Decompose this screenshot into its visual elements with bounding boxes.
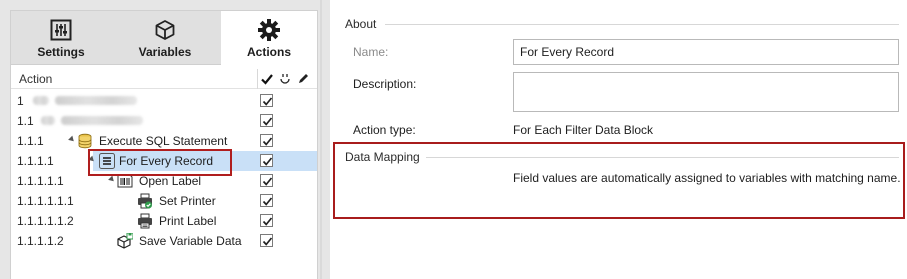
row-number: 1.1.1.1.1.2 — [17, 214, 74, 228]
action-type-value: For Each Filter Data Block — [513, 123, 654, 137]
panel-splitter[interactable] — [320, 0, 322, 279]
tab-actions[interactable]: Actions — [221, 11, 317, 66]
description-label: Description: — [353, 77, 417, 91]
tree-node-label: Open Label — [139, 174, 202, 188]
enabled-checkbox[interactable] — [260, 214, 273, 227]
tab-settings[interactable]: Settings — [11, 11, 111, 65]
printer-icon — [137, 213, 153, 229]
tree-row[interactable]: 1.1.1 Execute SQL Statement — [11, 131, 317, 151]
actions-panel-content: Settings Variables Actions Action 1 1.1 … — [10, 10, 318, 279]
tree-node-label: Execute SQL Statement — [99, 134, 228, 148]
actions-panel: Settings Variables Actions Action 1 1.1 … — [0, 0, 330, 279]
section-title-about: About — [345, 17, 377, 31]
lightning-icon[interactable] — [277, 71, 293, 87]
sliders-icon — [50, 18, 72, 42]
action-type-label: Action type: — [353, 123, 416, 137]
panel-tabstrip: Settings Variables Actions — [11, 11, 317, 66]
checkmark-icon[interactable] — [259, 71, 275, 87]
row-number: 1.1.1.1.1.1 — [17, 194, 74, 208]
row-number: 1.1.1 — [17, 134, 44, 148]
tab-variables-label: Variables — [138, 45, 192, 59]
database-icon — [77, 133, 93, 149]
blurred-label — [55, 96, 137, 105]
blurred-label — [61, 116, 143, 125]
cube-icon — [154, 18, 176, 42]
section-divider — [385, 24, 899, 25]
enabled-checkbox[interactable] — [260, 234, 273, 247]
enabled-checkbox[interactable] — [260, 134, 273, 147]
tab-settings-label: Settings — [37, 45, 85, 59]
expander-icon[interactable] — [68, 135, 76, 144]
tree-node-label: Save Variable Data — [139, 234, 242, 248]
properties-panel: About Name: For Every Record Description… — [330, 0, 907, 279]
tree-row[interactable]: 1.1.1.1.1.2 Print Label — [11, 211, 317, 231]
enabled-checkbox[interactable] — [260, 194, 273, 207]
gear-icon — [257, 18, 281, 42]
row-number: 1.1.1.1.1 — [17, 174, 64, 188]
tab-actions-label: Actions — [246, 45, 291, 59]
section-title-data-mapping: Data Mapping — [345, 150, 420, 164]
tree-row[interactable]: 1.1.1.1.2 Save Variable Data — [11, 231, 317, 251]
row-number: 1.1.1.1 — [17, 154, 54, 168]
enabled-checkbox[interactable] — [260, 94, 273, 107]
tree-node-label: Set Printer — [159, 194, 216, 208]
tab-variables[interactable]: Variables — [115, 11, 215, 65]
enabled-checkbox[interactable] — [260, 154, 273, 167]
tree-header: Action — [11, 69, 317, 89]
description-field[interactable] — [513, 72, 899, 112]
tree-row[interactable]: 1.1 — [11, 111, 317, 131]
enabled-checkbox[interactable] — [260, 114, 273, 127]
section-divider — [426, 157, 899, 158]
data-mapping-info: Field values are automatically assigned … — [513, 171, 901, 185]
row-number: 1 — [17, 94, 24, 108]
save-data-icon — [117, 232, 134, 249]
name-field[interactable]: For Every Record — [513, 39, 899, 65]
tree-node-label: Print Label — [159, 214, 217, 228]
column-header-action: Action — [19, 72, 53, 86]
blurred-icon — [41, 116, 55, 125]
expander-icon[interactable] — [108, 175, 116, 184]
row-number: 1.1.1.1.2 — [17, 234, 64, 248]
enabled-checkbox[interactable] — [260, 174, 273, 187]
name-label: Name: — [353, 45, 389, 59]
tree-row[interactable]: 1 — [11, 91, 317, 111]
printer-check-icon — [137, 193, 153, 209]
row-number: 1.1 — [17, 114, 34, 128]
tree-row[interactable]: 1.1.1.1.1.1 Set Printer — [11, 191, 317, 211]
header-divider — [257, 69, 258, 89]
pencil-icon[interactable] — [295, 71, 311, 87]
annotation-highlight-box — [88, 149, 232, 176]
blurred-icon — [33, 96, 49, 105]
